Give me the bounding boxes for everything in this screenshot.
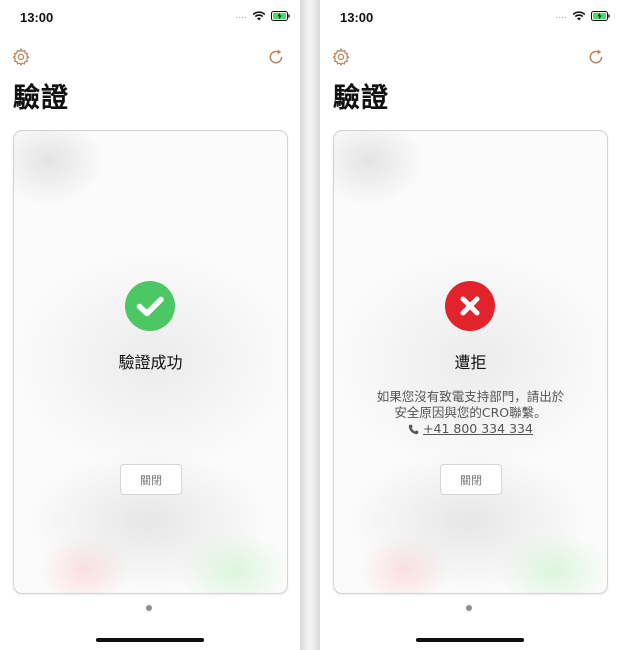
verification-card: 遭拒 如果您沒有致電支持部門，請出於 安全原因與您的CRO聯繫。 +41 800… (333, 130, 608, 594)
wifi-icon (572, 11, 586, 21)
settings-button[interactable] (11, 47, 31, 67)
settings-button[interactable] (331, 47, 351, 67)
result-label: 遭拒 (454, 353, 487, 372)
message-line: 如果您沒有致電支持部門，請出於 (376, 389, 565, 404)
screen-divider (300, 0, 320, 650)
phone-line: +41 800 334 334 (334, 421, 607, 437)
gear-icon (331, 48, 351, 71)
signal-dots: .... (235, 11, 247, 21)
home-indicator[interactable] (96, 638, 204, 642)
status-time: 13:00 (340, 10, 374, 25)
cross-icon (460, 296, 480, 316)
success-badge (125, 281, 175, 331)
page-title: 驗證 (13, 83, 69, 114)
verification-card: 驗證成功 關閉 (13, 130, 288, 594)
error-badge (445, 281, 495, 331)
battery-charging-icon (271, 11, 290, 21)
refresh-button[interactable] (586, 47, 606, 67)
checkmark-icon (136, 296, 164, 317)
page-title: 驗證 (333, 83, 389, 114)
phone-number-link[interactable]: +41 800 334 334 (423, 421, 533, 437)
screen-verification-rejected: 13:00 .... 驗證 遭拒 如果您沒有致電支持部門，請出於 安全原因與您的… (320, 0, 620, 650)
signal-dots: .... (555, 11, 567, 21)
battery-charging-icon (591, 11, 610, 21)
message-line: 安全原因與您的CRO聯繫。 (394, 405, 547, 420)
close-button[interactable]: 關閉 (440, 464, 502, 495)
status-icons: .... (556, 11, 610, 21)
wifi-icon (252, 11, 266, 21)
close-button[interactable]: 關閉 (120, 464, 182, 495)
page-indicator-dot (146, 605, 152, 611)
gear-icon (11, 48, 31, 71)
refresh-button[interactable] (266, 47, 286, 67)
result-label: 驗證成功 (118, 353, 183, 372)
reject-message: 如果您沒有致電支持部門，請出於 安全原因與您的CRO聯繫。 +41 800 33… (334, 389, 607, 437)
refresh-icon (266, 49, 286, 71)
status-icons: .... (236, 11, 290, 21)
refresh-icon (586, 49, 606, 71)
home-indicator[interactable] (416, 638, 524, 642)
page-indicator-dot (466, 605, 472, 611)
status-time: 13:00 (20, 10, 54, 25)
phone-icon (408, 424, 419, 435)
screen-verification-success: 13:00 .... 驗證 驗證成功 關閉 (0, 0, 300, 650)
